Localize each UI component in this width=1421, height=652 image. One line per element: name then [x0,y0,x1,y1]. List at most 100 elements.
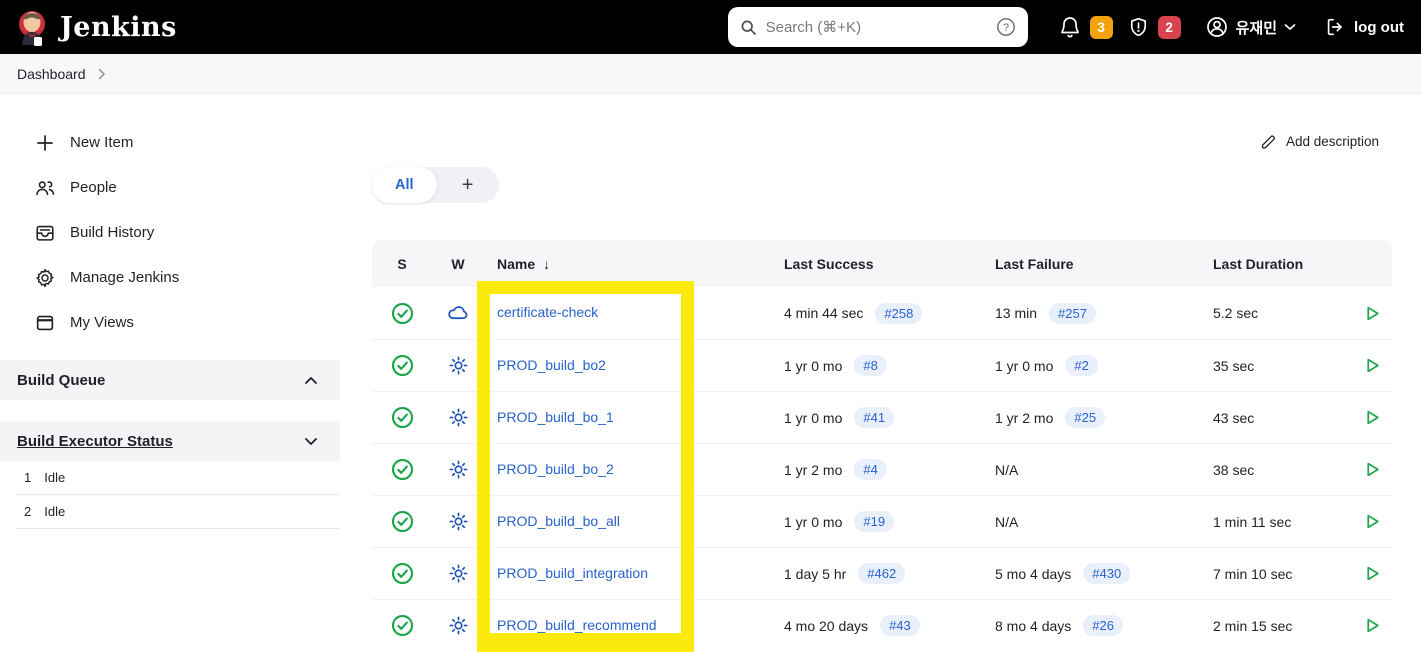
run-build-button[interactable] [1353,305,1392,322]
weather-sunny-icon[interactable] [432,614,484,637]
sidebar-item-new-item[interactable]: New Item [0,120,340,165]
build-number-badge[interactable]: #19 [854,511,895,532]
last-failure-time: N/A [995,513,1019,530]
header-weather[interactable]: W [432,256,484,272]
build-number-badge[interactable]: #43 [880,615,920,636]
weather-sunny-icon[interactable] [432,562,484,585]
search-input[interactable] [765,18,987,36]
sidebar-item-people[interactable]: People [0,165,340,210]
build-number-badge[interactable]: #4 [854,459,887,480]
job-row: PROD_build_bo_1 1 yr 0 mo #41 1 yr 2 mo #2… [372,391,1392,443]
last-failure-time: 5 mo 4 days [995,565,1072,582]
search-box[interactable]: ? [727,7,1028,47]
status-success-icon[interactable] [372,458,432,481]
job-link[interactable]: PROD_build_bo2 [497,357,606,373]
last-failure-time: 1 yr 2 mo [995,409,1054,426]
header-last-duration[interactable]: Last Duration [1213,256,1353,272]
header-status[interactable]: S [372,256,432,272]
last-failure-time: 8 mo 4 days [995,617,1072,634]
executor-row: 2 Idle [16,495,340,529]
build-number-badge[interactable]: #462 [858,563,906,584]
weather-cloudy-icon[interactable] [432,301,484,326]
topbar-actions: 3 2 유재민 log out [1058,15,1404,39]
run-build-button[interactable] [1353,617,1392,634]
build-number-badge[interactable]: #26 [1083,615,1123,636]
user-menu[interactable]: 유재민 [1205,15,1296,39]
run-build-button[interactable] [1353,565,1392,582]
job-link[interactable]: PROD_build_bo_1 [497,409,614,425]
run-build-button[interactable] [1353,461,1392,478]
executor-number: 1 [24,470,32,485]
add-description-button[interactable]: Add description [1260,133,1379,150]
sidebar-item-label: Build History [70,224,155,241]
gear-icon [34,267,56,289]
status-success-icon[interactable] [372,614,432,637]
job-link[interactable]: PROD_build_bo_2 [497,461,614,477]
last-duration: 38 sec [1213,461,1255,478]
weather-sunny-icon[interactable] [432,510,484,533]
header-last-failure[interactable]: Last Failure [995,256,1213,272]
last-duration: 35 sec [1213,357,1255,374]
run-build-button[interactable] [1353,409,1392,426]
header-name[interactable]: Name ↓ [484,256,784,272]
build-number-badge[interactable]: #258 [875,302,923,324]
status-success-icon[interactable] [372,510,432,533]
build-number-badge[interactable]: #430 [1083,563,1131,584]
job-link[interactable]: PROD_build_recommend [497,617,657,633]
job-link[interactable]: PROD_build_bo_all [497,513,620,529]
jenkins-home-link[interactable]: Jenkins [14,8,177,46]
weather-sunny-icon[interactable] [432,458,484,481]
sidebar-item-manage-jenkins[interactable]: Manage Jenkins [0,255,340,300]
jobs-table: S W Name ↓ Last Success Last Failure Las… [372,240,1392,651]
build-number-badge[interactable]: #257 [1049,302,1096,324]
sidebar-item-my-views[interactable]: My Views [0,300,340,345]
job-row: certificate-check 4 min 44 sec #258 13 mi… [372,287,1392,339]
logout-label: log out [1354,18,1404,36]
jenkins-logo-icon [14,8,50,46]
build-queue-title: Build Queue [17,371,106,389]
status-success-icon[interactable] [372,562,432,585]
header-last-success[interactable]: Last Success [784,256,995,272]
tab-all[interactable]: All [372,167,437,203]
user-menu-chevron-down-icon [1284,23,1296,31]
search-help-icon[interactable]: ? [996,17,1016,37]
notification-count-badge[interactable]: 3 [1089,15,1113,39]
security-count-badge[interactable]: 2 [1157,15,1181,39]
sidebar-item-build-history[interactable]: Build History [0,210,340,255]
last-success-time: 1 yr 2 mo [784,461,843,478]
executor-number: 2 [24,504,32,519]
user-avatar-icon [1205,15,1229,39]
sort-descending-icon: ↓ [543,255,551,272]
job-link[interactable]: certificate-check [497,304,598,320]
build-executor-status-header[interactable]: Build Executor Status [0,421,340,461]
logout-icon [1324,16,1346,38]
build-queue-header[interactable]: Build Queue [0,360,340,400]
last-duration: 43 sec [1213,409,1255,426]
weather-sunny-icon[interactable] [432,354,484,377]
add-description-label: Add description [1285,134,1379,149]
notifications-bell-icon[interactable] [1058,15,1082,39]
security-shield-icon[interactable] [1127,16,1150,39]
job-row: PROD_build_bo_2 1 yr 2 mo #4 N/A 38 sec [372,443,1392,495]
breadcrumb-dashboard[interactable]: Dashboard [17,66,86,82]
last-duration: 5.2 sec [1213,305,1259,321]
run-build-button[interactable] [1353,513,1392,530]
last-duration: 2 min 15 sec [1213,617,1293,634]
new-view-button[interactable]: + [437,174,499,197]
status-success-icon[interactable] [372,302,432,325]
status-success-icon[interactable] [372,406,432,429]
logout-button[interactable]: log out [1324,16,1404,38]
brand-title: Jenkins [60,11,177,43]
build-history-icon [34,222,56,244]
build-number-badge[interactable]: #2 [1065,355,1098,376]
build-number-badge[interactable]: #25 [1065,407,1106,428]
build-number-badge[interactable]: #41 [854,407,895,428]
job-link[interactable]: PROD_build_integration [497,565,648,581]
weather-sunny-icon[interactable] [432,406,484,429]
build-number-badge[interactable]: #8 [854,355,887,376]
sidebar-item-label: Manage Jenkins [70,269,180,286]
run-build-button[interactable] [1353,357,1392,374]
last-duration: 7 min 10 sec [1213,565,1293,582]
window-icon [34,312,56,334]
status-success-icon[interactable] [372,354,432,377]
